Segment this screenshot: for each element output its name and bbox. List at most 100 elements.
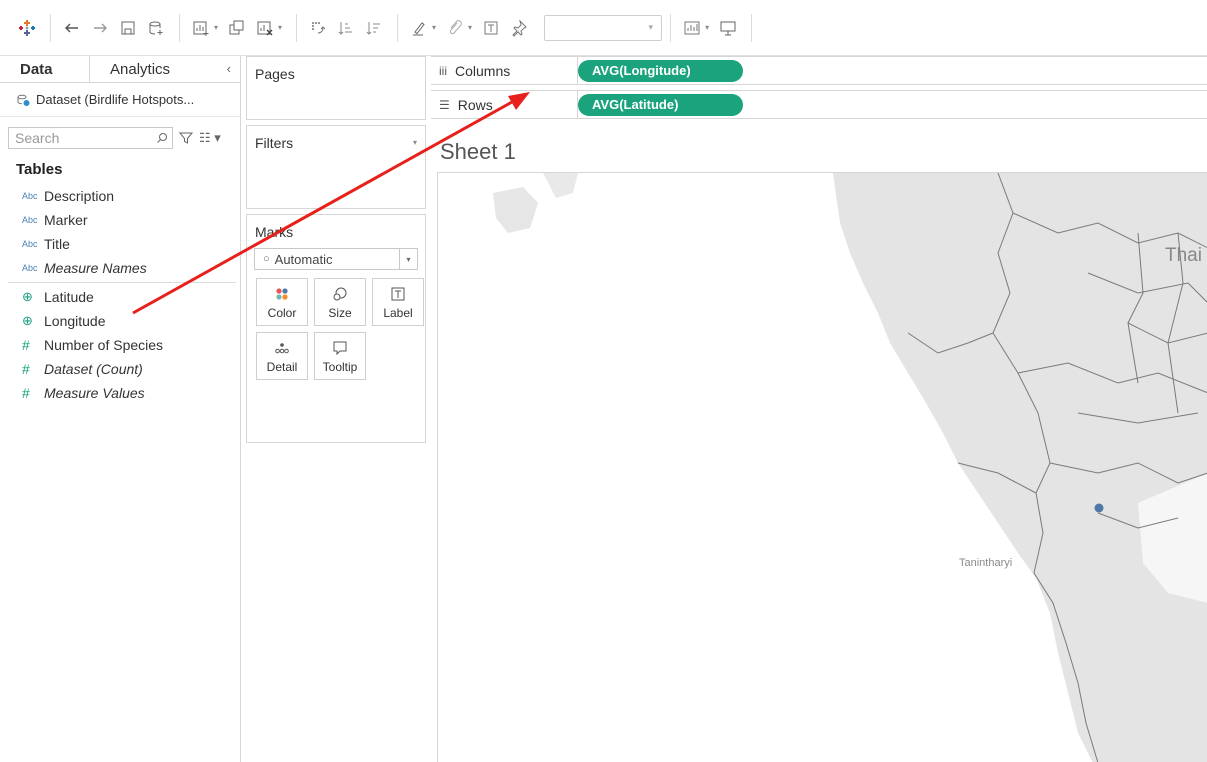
field-description[interactable]: Abc Description (0, 184, 240, 208)
pages-card[interactable]: Pages (246, 56, 426, 120)
filters-title: Filters (255, 135, 294, 151)
rows-shelf-label: ☰ Rows (431, 91, 578, 118)
columns-icon: iii (439, 63, 447, 78)
detail-icon (274, 338, 290, 358)
highlight-icon[interactable] (406, 15, 432, 41)
number-type-icon: # (22, 385, 30, 401)
size-icon (332, 284, 348, 304)
map-label-country: Thai (1165, 245, 1202, 266)
rows-icon: ☰ (439, 97, 450, 112)
mark-type-dropdown[interactable]: ○ Automatic ▾ (254, 248, 418, 270)
map-view[interactable]: Thai Tanintharyi (437, 172, 1207, 762)
redo-icon[interactable] (87, 15, 113, 41)
map-label-region: Tanintharyi (959, 557, 1013, 569)
map-data-point[interactable] (1093, 503, 1105, 515)
tab-analytics[interactable]: Analytics (90, 56, 220, 82)
sheet-title[interactable]: Sheet 1 (440, 139, 516, 165)
sort-ascending-icon[interactable] (333, 15, 359, 41)
toolbar: ▾ ▾ ▾ ▾ ▾ ▾ (0, 0, 1207, 56)
pill-avg-latitude[interactable]: AVG(Latitude) (578, 93, 743, 116)
clear-sheet-icon[interactable] (252, 15, 278, 41)
toolbar-separator (296, 13, 298, 42)
tooltip-icon (332, 338, 348, 358)
field-marker[interactable]: Abc Marker (0, 208, 240, 232)
chevron-down-icon[interactable]: ▾ (413, 138, 417, 147)
search-placeholder: Search (15, 130, 60, 146)
chevron-down-icon: ▾ (648, 22, 654, 32)
field-number-of-species[interactable]: # Number of Species (0, 333, 240, 357)
data-pane-tabs: Data Analytics ‹ (0, 56, 240, 83)
filters-card[interactable]: Filters ▾ (246, 125, 426, 209)
filter-icon[interactable] (179, 131, 193, 145)
globe-icon: ⊕ (22, 289, 33, 304)
collapse-pane-icon[interactable]: ‹ (227, 56, 240, 82)
marks-color-button[interactable]: Color (256, 278, 308, 326)
chevron-down-icon[interactable]: ▾ (278, 23, 282, 32)
string-type-icon: Abc (22, 239, 38, 249)
save-icon[interactable] (115, 15, 141, 41)
group-members-icon[interactable] (442, 15, 468, 41)
rows-shelf[interactable]: ☰ Rows AVG(Latitude) (431, 90, 1207, 119)
toolbar-separator (50, 13, 51, 42)
marks-card: Marks ○ Automatic ▾ Color Size Label Det… (246, 214, 426, 443)
field-longitude[interactable]: ⊕ Longitude (0, 309, 240, 333)
field-dataset-count[interactable]: # Dataset (Count) (0, 357, 240, 381)
data-pane: Data Analytics ‹ Dataset (Birdlife Hotsp… (0, 56, 241, 762)
chevron-down-icon[interactable]: ▾ (214, 23, 218, 32)
columns-shelf[interactable]: iii Columns AVG(Longitude) (431, 56, 1207, 85)
new-datasource-icon[interactable] (143, 15, 169, 41)
marks-detail-button[interactable]: Detail (256, 332, 308, 380)
number-type-icon: # (22, 361, 30, 377)
chevron-down-icon[interactable]: ▾ (468, 23, 472, 32)
pages-title: Pages (255, 66, 295, 82)
field-title[interactable]: Abc Title (0, 232, 240, 256)
swap-rows-columns-icon[interactable] (305, 15, 331, 41)
view-options-icon[interactable]: ☷ ▾ (199, 130, 221, 146)
chevron-down-icon[interactable]: ▾ (705, 23, 709, 32)
show-me-icon[interactable] (679, 15, 705, 41)
search-input[interactable]: Search (8, 127, 173, 149)
toolbar-separator (397, 13, 399, 42)
datasource-name: Dataset (Birdlife Hotspots... (36, 92, 195, 107)
tableau-logo-icon[interactable] (14, 15, 40, 41)
search-row: Search ☷ ▾ (0, 123, 240, 153)
presentation-mode-icon[interactable] (715, 15, 741, 41)
tab-data[interactable]: Data (0, 56, 90, 82)
new-worksheet-icon[interactable] (188, 15, 214, 41)
pill-avg-longitude[interactable]: AVG(Longitude) (578, 59, 743, 82)
toolbar-separator (179, 13, 180, 42)
color-icon (275, 284, 289, 304)
toolbar-separator (751, 13, 753, 42)
show-mark-labels-icon[interactable] (478, 15, 504, 41)
string-type-icon: Abc (22, 263, 38, 273)
map-background (493, 173, 1207, 762)
number-type-icon: # (22, 337, 30, 353)
measure-list: ⊕ Latitude ⊕ Longitude # Number of Species … (0, 285, 240, 405)
sort-descending-icon[interactable] (361, 15, 387, 41)
dimensions-measures-divider (8, 282, 236, 283)
chevron-down-icon[interactable]: ▾ (432, 23, 436, 32)
string-type-icon: Abc (22, 191, 38, 201)
field-measure-names[interactable]: Abc Measure Names (0, 256, 240, 280)
dimension-list: Abc Description Abc Marker Abc Title Abc Mea… (0, 184, 240, 280)
columns-shelf-label: iii Columns (431, 57, 578, 84)
mark-type-value: Automatic (274, 251, 333, 267)
map-island (543, 173, 578, 198)
string-type-icon: Abc (22, 215, 38, 225)
field-measure-values[interactable]: # Measure Values (0, 381, 240, 405)
toolbar-separator (670, 13, 672, 42)
marks-label-button[interactable]: Label (372, 278, 424, 326)
fit-dropdown[interactable]: ▾ (544, 14, 663, 41)
undo-icon[interactable] (59, 15, 85, 41)
tables-heading: Tables (16, 161, 63, 178)
marks-size-button[interactable]: Size (314, 278, 366, 326)
field-latitude[interactable]: ⊕ Latitude (0, 285, 240, 309)
map-landmass (833, 173, 1207, 762)
datasource-item[interactable]: Dataset (Birdlife Hotspots... (0, 83, 240, 117)
circle-icon: ○ (263, 253, 270, 265)
globe-icon: ⊕ (22, 313, 33, 328)
pin-icon[interactable] (506, 15, 532, 41)
duplicate-sheet-icon[interactable] (224, 15, 250, 41)
marks-tooltip-button[interactable]: Tooltip (314, 332, 366, 380)
map-island (493, 187, 538, 233)
